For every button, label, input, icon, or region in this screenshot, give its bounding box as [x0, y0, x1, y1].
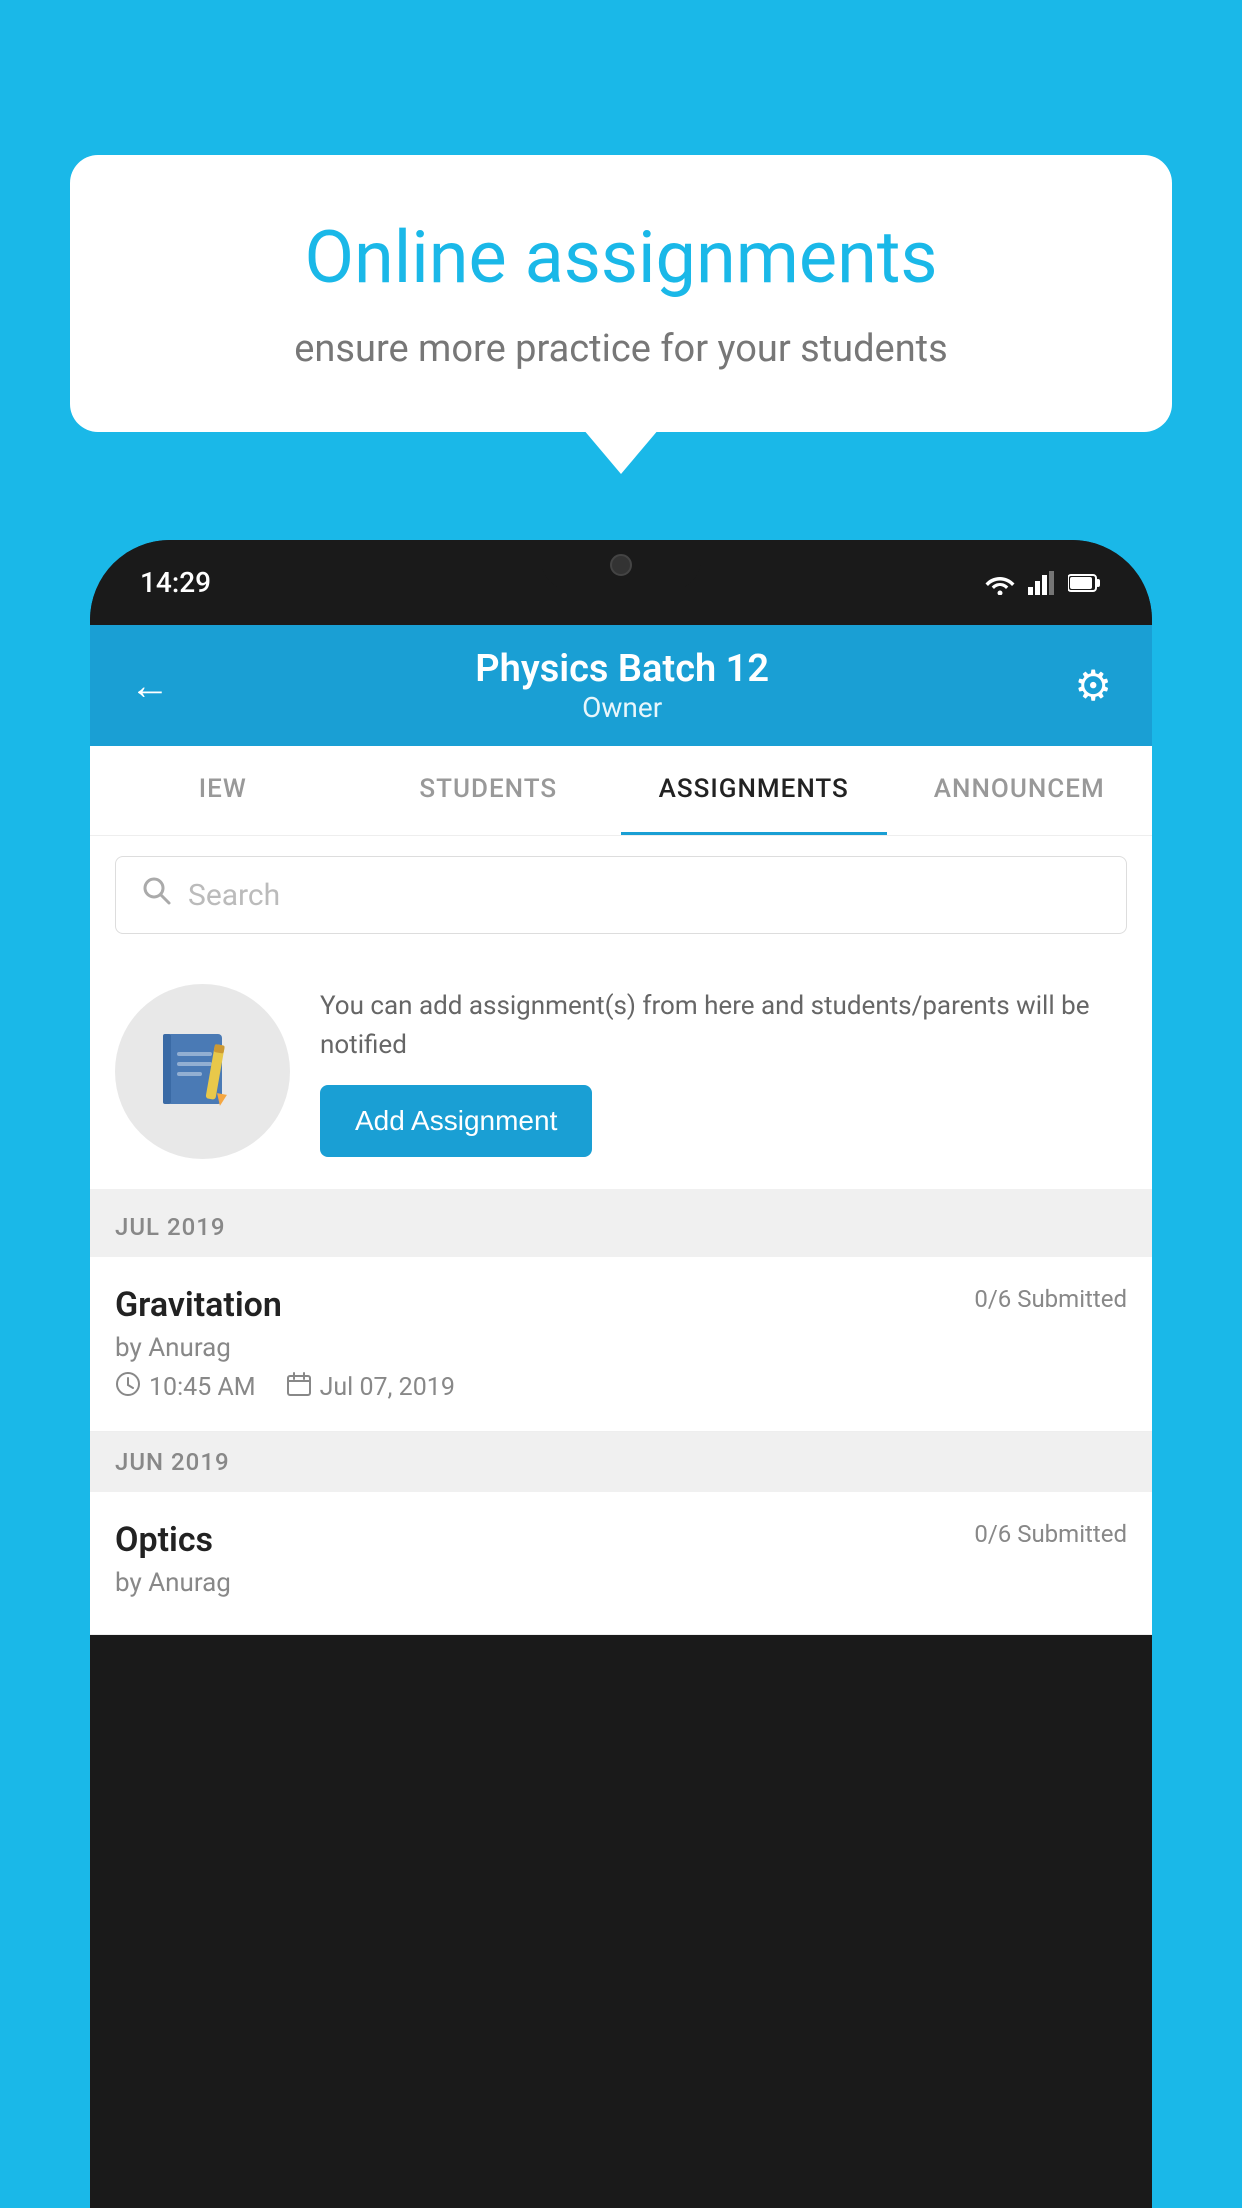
- search-bar[interactable]: Search: [115, 856, 1127, 934]
- assignment-name-optics: Optics: [115, 1520, 213, 1560]
- promo-section: You can add assignment(s) from here and …: [90, 954, 1152, 1197]
- back-button[interactable]: ←: [130, 662, 170, 709]
- assignment-submitted-optics: 0/6 Submitted: [974, 1520, 1127, 1548]
- speech-bubble-subtitle: ensure more practice for your students: [140, 323, 1102, 376]
- assignment-author-optics: by Anurag: [115, 1568, 1127, 1598]
- assignment-submitted-gravitation: 0/6 Submitted: [974, 1285, 1127, 1313]
- month-header-jun: JUN 2019: [90, 1432, 1152, 1492]
- assignment-meta-gravitation: 10:45 AM Jul 07, 2019: [115, 1371, 1127, 1403]
- battery-icon: [1068, 573, 1102, 593]
- tab-students[interactable]: STUDENTS: [356, 746, 622, 835]
- header-center: Physics Batch 12 Owner: [475, 647, 769, 724]
- wifi-icon: [984, 571, 1016, 595]
- speech-bubble-section: Online assignments ensure more practice …: [70, 155, 1172, 432]
- search-bar-container: Search: [90, 836, 1152, 954]
- month-header-jul: JUL 2019: [90, 1197, 1152, 1257]
- assignment-name-gravitation: Gravitation: [115, 1285, 282, 1325]
- header-subtitle: Owner: [475, 691, 769, 724]
- phone-screen: Search: [90, 836, 1152, 1635]
- settings-icon[interactable]: ⚙: [1074, 661, 1112, 711]
- tab-assignments[interactable]: ASSIGNMENTS: [621, 746, 887, 835]
- add-assignment-button[interactable]: Add Assignment: [320, 1085, 592, 1157]
- header-title: Physics Batch 12: [475, 647, 769, 691]
- promo-text: You can add assignment(s) from here and …: [320, 987, 1127, 1065]
- phone-notch: [541, 540, 701, 590]
- assignment-date-value-gravitation: Jul 07, 2019: [320, 1373, 455, 1402]
- assignment-date-gravitation: Jul 07, 2019: [286, 1371, 455, 1403]
- assignment-time-gravitation: 10:45 AM: [115, 1371, 256, 1403]
- tab-announcements[interactable]: ANNOUNCEM: [887, 746, 1153, 835]
- camera: [610, 554, 632, 576]
- signal-icon: [1028, 571, 1056, 595]
- status-bar: 14:29: [90, 540, 1152, 625]
- assignment-time-value-gravitation: 10:45 AM: [149, 1373, 256, 1402]
- search-placeholder: Search: [188, 878, 280, 913]
- status-icons: [984, 571, 1102, 595]
- promo-content: You can add assignment(s) from here and …: [320, 987, 1127, 1157]
- clock-icon: [115, 1371, 141, 1403]
- assignment-item-gravitation[interactable]: Gravitation 0/6 Submitted by Anurag: [90, 1257, 1152, 1432]
- tabs-container: IEW STUDENTS ASSIGNMENTS ANNOUNCEM: [90, 746, 1152, 836]
- speech-bubble: Online assignments ensure more practice …: [70, 155, 1172, 432]
- status-time: 14:29: [140, 566, 211, 599]
- search-icon: [141, 875, 173, 915]
- promo-icon-circle: [115, 984, 290, 1159]
- app-header: ← Physics Batch 12 Owner ⚙: [90, 625, 1152, 746]
- speech-bubble-title: Online assignments: [140, 215, 1102, 301]
- calendar-icon: [286, 1371, 312, 1403]
- notebook-icon: [155, 1024, 250, 1119]
- phone-frame: 14:29: [90, 540, 1152, 2208]
- assignment-top-row-optics: Optics 0/6 Submitted: [115, 1520, 1127, 1560]
- assignment-top-row: Gravitation 0/6 Submitted: [115, 1285, 1127, 1325]
- assignment-item-optics[interactable]: Optics 0/6 Submitted by Anurag: [90, 1492, 1152, 1635]
- tab-iew[interactable]: IEW: [90, 746, 356, 835]
- assignment-author-gravitation: by Anurag: [115, 1333, 1127, 1363]
